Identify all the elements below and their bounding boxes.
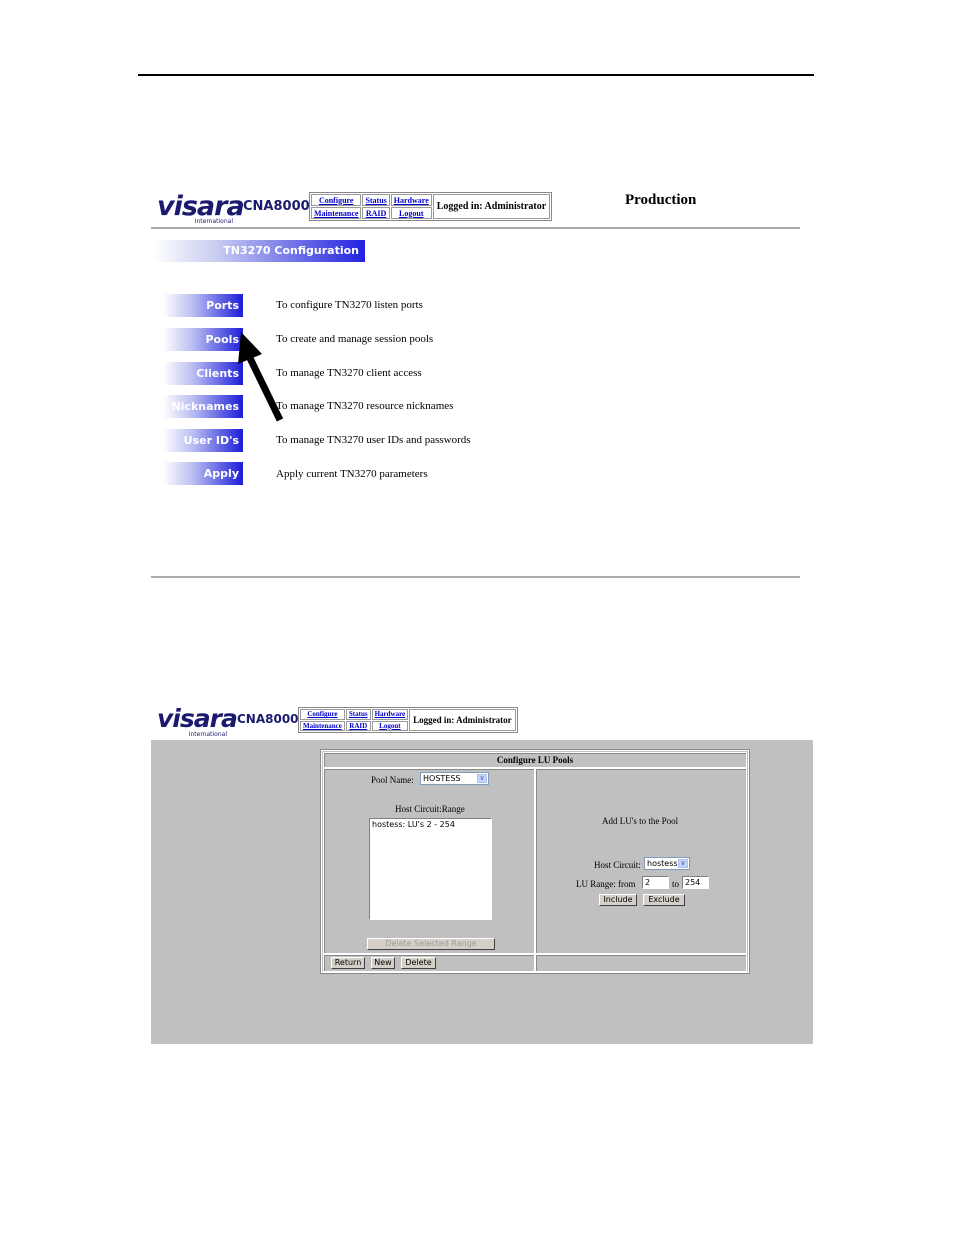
nav-configure-link[interactable]: Configure (319, 196, 354, 205)
header-divider (151, 227, 800, 229)
pools-description: To create and manage session pools (276, 333, 434, 345)
nav-maintenance-link[interactable]: Maintenance (303, 722, 342, 730)
nav-configure-link[interactable]: Configure (307, 710, 337, 718)
host-circuit-range-label: Host Circuit:Range (395, 804, 465, 814)
section-title: TN3270 Configuration (223, 244, 359, 257)
ports-description: To configure TN3270 listen ports (276, 299, 423, 311)
add-lus-section: Add LU's to the Pool Host Circuit: hoste… (535, 768, 747, 954)
host-circuit-select[interactable]: hostess ∨ (644, 857, 690, 870)
range-list-item[interactable]: hostess: LU's 2 - 254 (372, 820, 489, 829)
user-ids-button[interactable]: User ID's (163, 429, 243, 452)
logged-in-label: Logged in: Administrator (409, 709, 516, 731)
nav-raid-link[interactable]: RAID (366, 209, 386, 218)
delete-button[interactable]: Delete (401, 957, 436, 969)
exclude-button[interactable]: Exclude (643, 894, 685, 906)
nav-hardware-link[interactable]: Hardware (394, 196, 429, 205)
screenshot-tn3270-configuration: visara International CNA8000 Configure S… (0, 0, 954, 600)
delete-selected-range-button[interactable]: Delete Selected Range (367, 938, 495, 950)
nav-maintenance-link[interactable]: Maintenance (314, 209, 358, 218)
pool-name-select[interactable]: HOSTESS ∨ (420, 772, 489, 785)
return-button[interactable]: Return (331, 957, 365, 969)
lu-from-input[interactable]: 2 (642, 876, 669, 889)
visara-logo: visara International (157, 704, 238, 738)
to-label: to (672, 879, 680, 889)
model-name: CNA8000 (243, 199, 310, 214)
user-ids-description: To manage TN3270 user IDs and passwords (276, 434, 471, 446)
configure-lu-pools-form: Configure LU Pools Pool Name: HOSTESS ∨ … (320, 749, 750, 974)
pool-name-label: Pool Name: (371, 775, 414, 785)
range-listbox[interactable]: hostess: LU's 2 - 254 (369, 818, 492, 920)
new-button[interactable]: New (371, 957, 395, 969)
nav-logout-link[interactable]: Logout (379, 722, 400, 730)
clients-button[interactable]: Clients (163, 362, 243, 385)
form-title-cell: Configure LU Pools (323, 752, 747, 768)
section-title-bar: TN3270 Configuration (153, 240, 365, 262)
logged-in-label: Logged in: Administrator (432, 194, 551, 219)
action-bar-right (535, 954, 747, 972)
chevron-down-icon: ∨ (477, 774, 487, 783)
nav-status-link[interactable]: Status (365, 196, 386, 205)
ports-button[interactable]: Ports (163, 294, 243, 317)
footer-divider (151, 576, 800, 578)
nav-raid-link[interactable]: RAID (349, 722, 367, 730)
nicknames-description: To manage TN3270 resource nicknames (276, 400, 454, 412)
form-title: Configure LU Pools (496, 755, 574, 765)
action-bar-left: Return New Delete (323, 954, 535, 972)
nav-logout-link[interactable]: Logout (399, 209, 423, 218)
apply-button[interactable]: Apply (163, 462, 243, 485)
model-name: CNA8000 (237, 712, 299, 726)
host-circuit-label: Host Circuit: (594, 860, 641, 870)
add-lus-title: Add LU's to the Pool (602, 816, 679, 826)
apply-description: Apply current TN3270 parameters (276, 468, 428, 480)
visara-logo: visara International (157, 191, 245, 225)
pointer-arrow-icon (238, 332, 284, 422)
chevron-down-icon: ∨ (678, 859, 688, 868)
lu-to-input[interactable]: 254 (682, 876, 709, 889)
nicknames-button[interactable]: Nicknames (163, 395, 243, 418)
pool-range-section: Pool Name: HOSTESS ∨ Host Circuit:Range … (323, 768, 535, 954)
top-nav: Configure Status Hardware Logged in: Adm… (309, 192, 553, 221)
pools-button[interactable]: Pools (163, 328, 243, 351)
top-nav: Configure Status Hardware Logged in: Adm… (298, 707, 518, 733)
lu-range-label: LU Range: from (576, 879, 636, 889)
environment-label: Production (625, 192, 697, 208)
clients-description: To manage TN3270 client access (276, 367, 422, 379)
include-button[interactable]: Include (599, 894, 637, 906)
nav-status-link[interactable]: Status (349, 710, 368, 718)
nav-hardware-link[interactable]: Hardware (375, 710, 406, 718)
